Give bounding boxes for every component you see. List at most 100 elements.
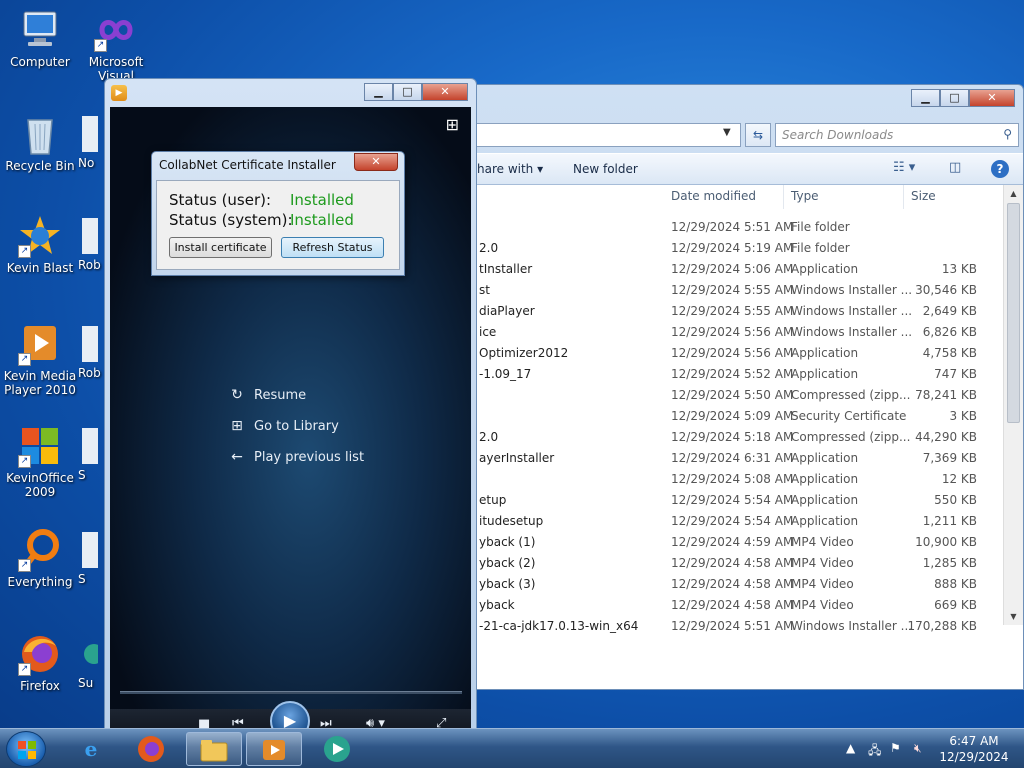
table-row[interactable]: tInstaller 12/29/2024 5:06 AM Application 1… <box>461 259 1001 280</box>
dialog-title: CollabNet Certificate Installer <box>159 158 336 172</box>
table-row[interactable]: -1.09_17 12/29/2024 5:52 AM Application 747… <box>461 364 1001 385</box>
table-row[interactable]: etup 12/29/2024 5:54 AM Application 550 KB <box>461 490 1001 511</box>
desktop-icon-everything[interactable]: ↗ Everything <box>2 528 78 589</box>
install-certificate-button[interactable]: Install certificate <box>169 237 272 258</box>
taskbar-internet-explorer[interactable]: e <box>66 732 116 766</box>
table-row[interactable]: 12/29/2024 5:08 AM Application 12 KB <box>461 469 1001 490</box>
infinity-icon: ↗ <box>94 8 138 52</box>
address-bar[interactable] <box>461 123 741 147</box>
share-with-menu[interactable]: hare with ▾ <box>477 162 543 176</box>
app-icon <box>78 112 98 156</box>
table-row[interactable]: 12/29/2024 5:51 AM File folder <box>461 217 1001 238</box>
table-row[interactable]: ayerInstaller 12/29/2024 6:31 AM Applicati… <box>461 448 1001 469</box>
table-row[interactable]: yback (2) 12/29/2024 4:58 AM MP4 Video 1,28… <box>461 553 1001 574</box>
desktop-icon-firefox[interactable]: ↗ Firefox <box>2 632 78 693</box>
scroll-down-icon[interactable]: ▼ <box>1004 608 1023 625</box>
minimize-button[interactable]: ▁ <box>364 83 393 101</box>
close-button[interactable]: ✕ <box>422 83 468 101</box>
show-hidden-icons[interactable]: ▲ <box>846 741 855 755</box>
file-name: yback (1) <box>479 535 536 549</box>
table-row[interactable]: itudesetup 12/29/2024 5:54 AM Application 1… <box>461 511 1001 532</box>
column-size[interactable]: Size <box>911 189 936 203</box>
table-row[interactable]: st 12/29/2024 5:55 AM Windows Installer ..… <box>461 280 1001 301</box>
table-row[interactable]: yback (3) 12/29/2024 4:58 AM MP4 Video 888 … <box>461 574 1001 595</box>
table-row[interactable]: -21-ca-jdk17.0.13-win_x64 12/29/2024 5:51… <box>461 616 1001 637</box>
refresh-status-button[interactable]: Refresh Status <box>281 237 384 258</box>
file-size: 13 KB <box>941 262 977 276</box>
table-row[interactable]: yback (1) 12/29/2024 4:59 AM MP4 Video 10,9… <box>461 532 1001 553</box>
refresh-button[interactable]: ⇆ <box>745 123 771 147</box>
close-button[interactable]: ✕ <box>969 89 1015 107</box>
firefox-icon: ↗ <box>18 632 62 676</box>
table-row[interactable]: diaPlayer 12/29/2024 5:55 AM Windows Insta… <box>461 301 1001 322</box>
app-icon <box>78 214 98 258</box>
status-system-label: Status (system): <box>169 211 293 229</box>
file-date: 12/29/2024 4:58 AM <box>671 577 794 591</box>
table-row[interactable]: Optimizer2012 12/29/2024 5:56 AM Applicati… <box>461 343 1001 364</box>
command-bar: hare with ▾ New folder ☷ ▾ ◫ ? <box>461 153 1023 185</box>
action-center-icon[interactable]: ⚑ <box>890 741 901 755</box>
search-input[interactable]: Search Downloads ⚲ <box>775 123 1019 147</box>
file-size: 7,369 KB <box>922 451 977 465</box>
preview-pane-icon[interactable]: ◫ <box>949 160 961 175</box>
file-size: 1,285 KB <box>922 556 977 570</box>
taskbar-app[interactable] <box>312 732 362 766</box>
scroll-thumb[interactable] <box>1007 203 1020 423</box>
app-icon <box>78 322 98 366</box>
file-name: st <box>479 283 490 297</box>
menu-item-go-to-library[interactable]: ⊞ Go to Library <box>228 418 339 434</box>
clock[interactable]: 6:47 AM 12/29/2024 <box>936 733 1012 765</box>
menu-item-resume[interactable]: ↻ Resume <box>228 387 306 403</box>
view-options-icon[interactable]: ☷ ▾ <box>893 160 915 175</box>
table-row[interactable]: yback 12/29/2024 4:58 AM MP4 Video 669 KB <box>461 595 1001 616</box>
file-type: File folder <box>791 220 850 234</box>
switch-to-library-icon[interactable]: ⊞ <box>446 115 459 134</box>
column-type[interactable]: Type <box>791 189 819 203</box>
file-name: ayerInstaller <box>479 451 555 465</box>
menu-item-play-previous-list[interactable]: ← Play previous list <box>228 449 364 465</box>
table-row[interactable]: ice 12/29/2024 5:56 AM Windows Installer .… <box>461 322 1001 343</box>
taskbar-media-player[interactable] <box>246 732 302 766</box>
start-button[interactable] <box>6 731 46 767</box>
desktop-icon-recycle-bin[interactable]: Recycle Bin <box>2 112 78 173</box>
table-row[interactable]: 12/29/2024 5:50 AM Compressed (zipp... 78,… <box>461 385 1001 406</box>
file-size: 550 KB <box>934 493 977 507</box>
desktop-icon-kevin-office[interactable]: ↗ KevinOffice 2009 <box>2 424 78 499</box>
refresh-icon: ⇆ <box>752 128 764 142</box>
file-date: 12/29/2024 5:09 AM <box>671 409 794 423</box>
explorer-window-controls: ▁ □ ✕ <box>911 89 1015 107</box>
green-app-icon <box>324 736 350 762</box>
new-folder-button[interactable]: New folder <box>573 162 638 176</box>
file-date: 12/29/2024 4:58 AM <box>671 598 794 612</box>
column-date-modified[interactable]: Date modified <box>671 189 756 203</box>
minimize-button[interactable]: ▁ <box>911 89 940 107</box>
table-row[interactable]: 12/29/2024 5:09 AM Security Certificate 3 … <box>461 406 1001 427</box>
desktop-icon-computer[interactable]: Computer <box>2 8 78 69</box>
maximize-button[interactable]: □ <box>940 89 969 107</box>
maximize-button[interactable]: □ <box>393 83 422 101</box>
scroll-up-icon[interactable]: ▲ <box>1004 185 1023 202</box>
taskbar-explorer[interactable] <box>186 732 242 766</box>
volume-muted-icon[interactable]: 🔇︎ <box>914 741 922 756</box>
resume-icon: ↻ <box>231 387 243 403</box>
desktop-icon-visual[interactable]: ↗ Microsoft Visual <box>78 8 154 83</box>
file-size: 2,649 KB <box>922 304 977 318</box>
table-row[interactable]: 2.0 12/29/2024 5:18 AM Compressed (zipp...… <box>461 427 1001 448</box>
desktop-icon-kevin-media-player[interactable]: ↗ Kevin Media Player 2010 <box>2 322 78 397</box>
taskbar-firefox[interactable] <box>126 732 176 766</box>
desktop-icon-kevin-blast[interactable]: ↗ Kevin Blast <box>2 214 78 275</box>
chevron-down-icon[interactable]: ▼ <box>723 127 731 138</box>
file-type: Windows Installer ... <box>791 325 913 339</box>
office-icon: ↗ <box>18 424 62 468</box>
file-type: Application <box>791 472 859 486</box>
table-row[interactable]: 2.0 12/29/2024 5:19 AM File folder <box>461 238 1001 259</box>
file-size: 78,241 KB <box>915 388 977 402</box>
file-name: yback (2) <box>479 556 536 570</box>
file-date: 12/29/2024 5:06 AM <box>671 262 794 276</box>
seek-bar[interactable] <box>120 691 462 694</box>
help-icon[interactable]: ? <box>991 160 1009 178</box>
network-icon[interactable]: 🖧︎ <box>868 741 881 762</box>
dialog-close-button[interactable]: ✕ <box>354 153 398 171</box>
back-arrow-icon: ← <box>231 449 243 465</box>
vertical-scrollbar[interactable]: ▲ ▼ <box>1003 185 1023 625</box>
